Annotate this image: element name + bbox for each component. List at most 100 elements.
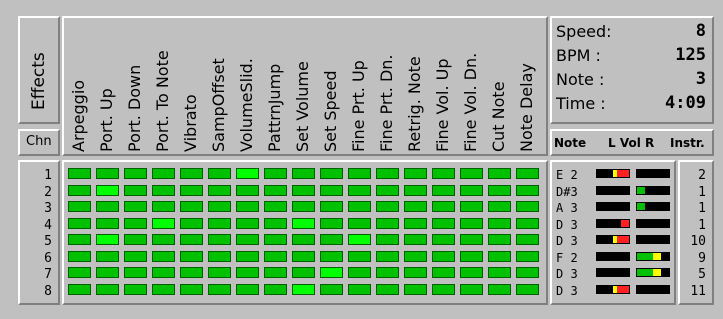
effect-cell[interactable] bbox=[376, 283, 399, 295]
effect-cell[interactable] bbox=[208, 267, 231, 278]
effect-cell[interactable] bbox=[376, 168, 399, 179]
effect-cell[interactable] bbox=[460, 283, 483, 295]
effect-cell[interactable] bbox=[236, 168, 259, 179]
effect-cell[interactable] bbox=[292, 283, 315, 295]
effect-cell[interactable] bbox=[292, 267, 315, 278]
effect-cell[interactable] bbox=[516, 250, 539, 262]
effect-cell[interactable] bbox=[488, 250, 511, 262]
effect-cell[interactable] bbox=[124, 234, 147, 245]
effect-cell[interactable] bbox=[68, 234, 91, 245]
effect-cell[interactable] bbox=[432, 283, 455, 295]
effect-cell[interactable] bbox=[264, 234, 287, 245]
effect-cell[interactable] bbox=[180, 217, 203, 229]
effect-cell[interactable] bbox=[348, 217, 371, 229]
effect-cell[interactable] bbox=[208, 201, 231, 212]
effect-cell[interactable] bbox=[208, 168, 231, 179]
effect-cell[interactable] bbox=[152, 217, 175, 229]
effect-cell[interactable] bbox=[376, 234, 399, 245]
effect-cell[interactable] bbox=[460, 250, 483, 262]
effect-cell[interactable] bbox=[488, 201, 511, 212]
effect-cell[interactable] bbox=[152, 201, 175, 212]
effect-cell[interactable] bbox=[96, 283, 119, 295]
effect-cell[interactable] bbox=[320, 184, 343, 196]
effect-cell[interactable] bbox=[124, 168, 147, 179]
effect-cell[interactable] bbox=[320, 250, 343, 262]
effect-cell[interactable] bbox=[320, 234, 343, 245]
effect-cell[interactable] bbox=[292, 234, 315, 245]
effect-cell[interactable] bbox=[516, 201, 539, 212]
effect-cell[interactable] bbox=[208, 250, 231, 262]
effect-cell[interactable] bbox=[348, 168, 371, 179]
effect-cell[interactable] bbox=[292, 217, 315, 229]
effect-cell[interactable] bbox=[180, 234, 203, 245]
effect-cell[interactable] bbox=[376, 267, 399, 278]
effect-cell[interactable] bbox=[264, 201, 287, 212]
effect-cell[interactable] bbox=[432, 250, 455, 262]
effect-cell[interactable] bbox=[236, 184, 259, 196]
effect-cell[interactable] bbox=[96, 234, 119, 245]
effect-cell[interactable] bbox=[68, 217, 91, 229]
effect-cell[interactable] bbox=[404, 283, 427, 295]
effect-cell[interactable] bbox=[96, 184, 119, 196]
effect-cell[interactable] bbox=[516, 168, 539, 179]
effect-cell[interactable] bbox=[236, 250, 259, 262]
effect-cell[interactable] bbox=[404, 201, 427, 212]
effect-cell[interactable] bbox=[404, 184, 427, 196]
effect-cell[interactable] bbox=[264, 168, 287, 179]
effect-cell[interactable] bbox=[152, 267, 175, 278]
effect-cell[interactable] bbox=[292, 250, 315, 262]
effect-cell[interactable] bbox=[432, 234, 455, 245]
effect-cell[interactable] bbox=[404, 267, 427, 278]
effect-cell[interactable] bbox=[432, 168, 455, 179]
effect-cell[interactable] bbox=[460, 201, 483, 212]
effect-cell[interactable] bbox=[236, 217, 259, 229]
effect-cell[interactable] bbox=[152, 283, 175, 295]
effect-cell[interactable] bbox=[404, 234, 427, 245]
effect-cell[interactable] bbox=[404, 250, 427, 262]
effect-cell[interactable] bbox=[180, 168, 203, 179]
effect-cell[interactable] bbox=[68, 201, 91, 212]
effect-cell[interactable] bbox=[180, 184, 203, 196]
effect-cell[interactable] bbox=[152, 184, 175, 196]
effect-cell[interactable] bbox=[488, 267, 511, 278]
effect-cell[interactable] bbox=[236, 234, 259, 245]
effect-cell[interactable] bbox=[348, 201, 371, 212]
effect-cell[interactable] bbox=[152, 250, 175, 262]
effect-cell[interactable] bbox=[376, 201, 399, 212]
effect-cell[interactable] bbox=[488, 234, 511, 245]
effect-cell[interactable] bbox=[152, 234, 175, 245]
effect-cell[interactable] bbox=[264, 267, 287, 278]
effect-cell[interactable] bbox=[516, 267, 539, 278]
effect-cell[interactable] bbox=[516, 184, 539, 196]
effect-cell[interactable] bbox=[236, 283, 259, 295]
effect-cell[interactable] bbox=[96, 267, 119, 278]
effect-cell[interactable] bbox=[348, 267, 371, 278]
effect-cell[interactable] bbox=[208, 234, 231, 245]
effect-cell[interactable] bbox=[432, 184, 455, 196]
effect-cell[interactable] bbox=[320, 283, 343, 295]
effect-cell[interactable] bbox=[460, 184, 483, 196]
effect-cell[interactable] bbox=[404, 217, 427, 229]
effect-cell[interactable] bbox=[124, 283, 147, 295]
effect-cell[interactable] bbox=[236, 201, 259, 212]
effect-cell[interactable] bbox=[292, 184, 315, 196]
effect-cell[interactable] bbox=[208, 184, 231, 196]
effect-cell[interactable] bbox=[96, 201, 119, 212]
effect-cell[interactable] bbox=[180, 250, 203, 262]
effect-cell[interactable] bbox=[348, 234, 371, 245]
effect-cell[interactable] bbox=[432, 201, 455, 212]
effect-cell[interactable] bbox=[68, 283, 91, 295]
effect-cell[interactable] bbox=[348, 184, 371, 196]
effect-cell[interactable] bbox=[460, 217, 483, 229]
effect-cell[interactable] bbox=[488, 217, 511, 229]
effect-cell[interactable] bbox=[124, 217, 147, 229]
effect-cell[interactable] bbox=[488, 184, 511, 196]
effect-cell[interactable] bbox=[68, 184, 91, 196]
effect-cell[interactable] bbox=[124, 250, 147, 262]
effect-cell[interactable] bbox=[180, 283, 203, 295]
effect-cell[interactable] bbox=[460, 234, 483, 245]
effect-cell[interactable] bbox=[348, 250, 371, 262]
effect-cell[interactable] bbox=[320, 201, 343, 212]
effect-cell[interactable] bbox=[516, 234, 539, 245]
effect-cell[interactable] bbox=[124, 201, 147, 212]
